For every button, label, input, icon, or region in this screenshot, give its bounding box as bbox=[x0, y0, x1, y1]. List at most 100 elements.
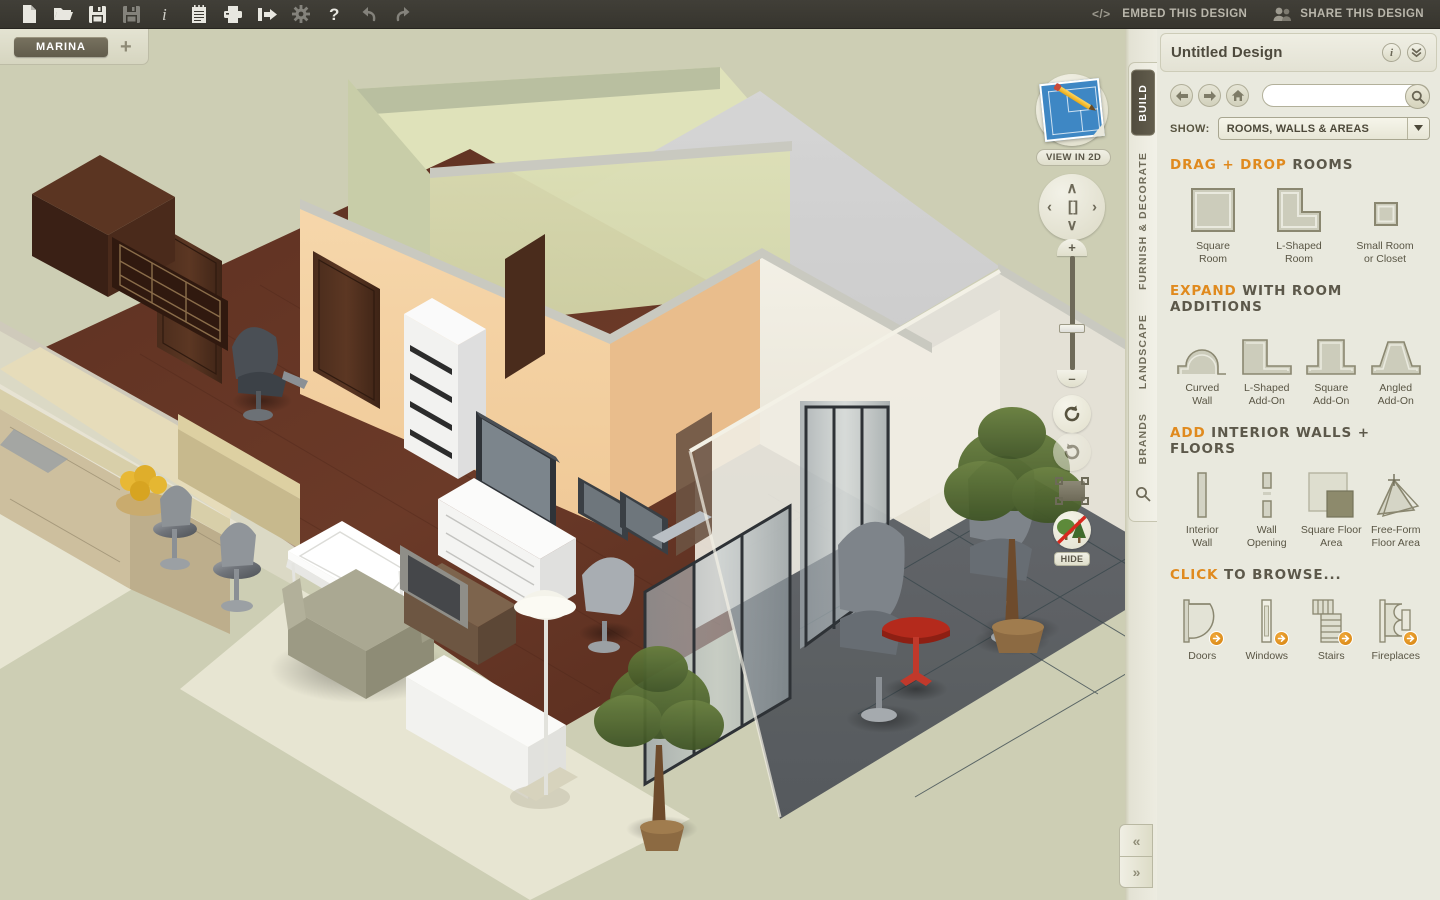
panel-search-input[interactable] bbox=[1271, 85, 1403, 106]
nav-home-button[interactable] bbox=[1226, 84, 1249, 107]
section-heading-rest: TO BROWSE... bbox=[1224, 567, 1342, 583]
square-room-icon bbox=[1189, 182, 1237, 234]
help-icon[interactable]: ? bbox=[318, 1, 352, 27]
rail-tab-brands[interactable]: BRANDS bbox=[1137, 401, 1149, 477]
pan-left-arrow[interactable]: ‹ bbox=[1047, 200, 1052, 215]
design-info-button[interactable]: i bbox=[1382, 43, 1401, 62]
additions-grid: Curved Wall L-Shaped Add-On Square Add-On bbox=[1170, 324, 1428, 408]
view-in-2d-button[interactable]: VIEW IN 2D bbox=[1036, 74, 1112, 166]
section-heading-rest: ROOMS bbox=[1292, 157, 1354, 173]
rotate-right-button[interactable] bbox=[1053, 433, 1091, 471]
chevron-double-down-icon bbox=[1411, 48, 1422, 58]
section-room-additions: EXPAND WITH ROOM ADDITIONS Curved Wall L-… bbox=[1157, 266, 1440, 408]
tool-label: Square Add-On bbox=[1313, 382, 1350, 407]
section-heading-additions: EXPAND WITH ROOM ADDITIONS bbox=[1170, 283, 1428, 315]
rail-tab-build[interactable]: BUILD bbox=[1131, 70, 1155, 136]
save-icon[interactable] bbox=[80, 1, 114, 27]
tool-square-addon[interactable]: Square Add-On bbox=[1299, 324, 1364, 408]
zoom-slider-thumb[interactable] bbox=[1059, 324, 1085, 333]
tool-wall-opening[interactable]: Wall Opening bbox=[1235, 466, 1300, 550]
add-project-tab-button[interactable]: + bbox=[114, 37, 138, 57]
pan-navigation-pad[interactable]: ∧ ∨ ‹ › [ ] bbox=[1039, 174, 1105, 240]
tool-curved-wall[interactable]: Curved Wall bbox=[1170, 324, 1235, 408]
isometric-floorplan-scene[interactable] bbox=[0, 29, 1155, 900]
section-click-to-browse: CLICK TO BROWSE... Doors Windows Stairs … bbox=[1157, 550, 1440, 663]
panel-header-buttons: i bbox=[1382, 43, 1426, 62]
fit-to-screen-button[interactable] bbox=[1055, 477, 1089, 505]
tool-label: L-Shaped Room bbox=[1276, 240, 1322, 265]
open-folder-icon[interactable] bbox=[46, 1, 80, 27]
tool-label: Square Floor Area bbox=[1300, 524, 1362, 549]
design-canvas-3d[interactable]: MARINA + VIEW IN 2D ∧ ∨ ‹ › [] + – HIDE… bbox=[0, 29, 1155, 900]
section-heading-browse: CLICK TO BROWSE... bbox=[1170, 567, 1428, 583]
share-design-button[interactable]: SHARE THIS DESIGN bbox=[1273, 7, 1424, 22]
info-icon[interactable]: i bbox=[148, 1, 182, 27]
expand-panel-button[interactable]: » bbox=[1119, 856, 1153, 888]
pan-down-arrow[interactable]: ∨ bbox=[1067, 218, 1078, 233]
chevron-down-icon[interactable] bbox=[1407, 118, 1429, 139]
tool-doors[interactable]: Doors bbox=[1170, 592, 1235, 663]
pan-right-arrow[interactable]: › bbox=[1092, 200, 1097, 215]
pan-up-arrow[interactable]: ∧ bbox=[1067, 181, 1078, 196]
zoom-slider[interactable]: + – bbox=[1057, 239, 1087, 387]
export-icon[interactable] bbox=[250, 1, 284, 27]
small-room-icon bbox=[1361, 182, 1409, 234]
panel-header: Untitled Design i bbox=[1160, 33, 1437, 72]
redo-icon[interactable] bbox=[386, 1, 420, 27]
rotate-ccw-icon bbox=[1064, 405, 1080, 422]
new-document-icon[interactable] bbox=[12, 1, 46, 27]
show-filter-select[interactable]: ROOMS, WALLS & AREAS bbox=[1217, 117, 1430, 140]
rail-search-icon[interactable] bbox=[1135, 486, 1151, 507]
rail-tab-furnish-decorate[interactable]: FURNISH & DECORATE bbox=[1137, 140, 1149, 302]
tool-square-floor-area[interactable]: Square Floor Area bbox=[1299, 466, 1364, 550]
tool-label: Free-Form Floor Area bbox=[1370, 524, 1421, 549]
design-title: Untitled Design bbox=[1171, 44, 1283, 61]
zoom-slider-track[interactable] bbox=[1059, 256, 1085, 370]
recenter-view-button[interactable]: [ ] bbox=[1068, 200, 1078, 215]
undo-icon[interactable] bbox=[352, 1, 386, 27]
show-filter-row: SHOW: ROOMS, WALLS & AREAS bbox=[1157, 107, 1440, 140]
category-rail: BUILD FURNISH & DECORATE LANDSCAPE BRAND… bbox=[1125, 29, 1157, 900]
nav-forward-button[interactable] bbox=[1198, 84, 1221, 107]
collapse-panel-button[interactable]: « bbox=[1119, 824, 1153, 856]
nav-back-button[interactable] bbox=[1170, 84, 1193, 107]
settings-gear-icon[interactable] bbox=[284, 1, 318, 27]
arrow-left-icon bbox=[1175, 90, 1188, 101]
panel-search-box[interactable] bbox=[1262, 84, 1430, 109]
tool-square-room[interactable]: Square Room bbox=[1170, 182, 1256, 266]
hide-landscape-button[interactable]: HIDE bbox=[1053, 511, 1091, 567]
build-panel: Untitled Design i SHOW: ROOMS, WALLS & A… bbox=[1157, 29, 1440, 900]
browse-badge bbox=[1402, 631, 1418, 646]
tool-l-shaped-addon[interactable]: L-Shaped Add-On bbox=[1235, 324, 1300, 408]
tool-label: Doors bbox=[1188, 650, 1217, 662]
share-design-label: SHARE THIS DESIGN bbox=[1300, 8, 1424, 20]
tool-free-form-floor-area[interactable]: Free-Form Floor Area bbox=[1364, 466, 1429, 550]
embed-design-button[interactable]: </> EMBED THIS DESIGN bbox=[1092, 7, 1247, 21]
view-in-2d-disc[interactable] bbox=[1036, 74, 1108, 146]
tool-windows[interactable]: Windows bbox=[1235, 592, 1300, 663]
project-tab-marina[interactable]: MARINA bbox=[14, 36, 108, 57]
fit-corner-bl bbox=[1055, 497, 1063, 505]
project-tab-strip: MARINA + bbox=[0, 29, 149, 65]
tool-label: Windows bbox=[1245, 650, 1289, 662]
notes-icon[interactable] bbox=[182, 1, 216, 27]
tool-interior-wall[interactable]: Interior Wall bbox=[1170, 466, 1235, 550]
tool-l-shaped-room[interactable]: L-Shaped Room bbox=[1256, 182, 1342, 266]
zoom-out-button[interactable]: – bbox=[1057, 370, 1087, 387]
rail-tab-landscape[interactable]: LANDSCAPE bbox=[1137, 302, 1149, 401]
tool-stairs[interactable]: Stairs bbox=[1299, 592, 1364, 663]
tool-angled-addon[interactable]: Angled Add-On bbox=[1364, 324, 1429, 408]
hide-trees-icon[interactable] bbox=[1053, 511, 1091, 549]
panel-search-button[interactable] bbox=[1405, 84, 1430, 109]
fit-corner-br bbox=[1081, 497, 1089, 505]
tool-small-room-closet[interactable]: Small Room or Closet bbox=[1342, 182, 1428, 266]
zoom-in-button[interactable]: + bbox=[1057, 239, 1087, 256]
tool-label: Fireplaces bbox=[1371, 650, 1420, 662]
tool-label: Square Room bbox=[1196, 240, 1230, 265]
rotate-left-button[interactable] bbox=[1053, 395, 1091, 433]
print-icon[interactable] bbox=[216, 1, 250, 27]
save-as-icon[interactable] bbox=[114, 1, 148, 27]
tool-fireplaces[interactable]: Fireplaces bbox=[1364, 592, 1429, 663]
top-toolbar: i ? </> EMBED THIS DESIGN SHARE THIS DES… bbox=[0, 0, 1440, 29]
panel-collapse-chevron-button[interactable] bbox=[1407, 43, 1426, 62]
